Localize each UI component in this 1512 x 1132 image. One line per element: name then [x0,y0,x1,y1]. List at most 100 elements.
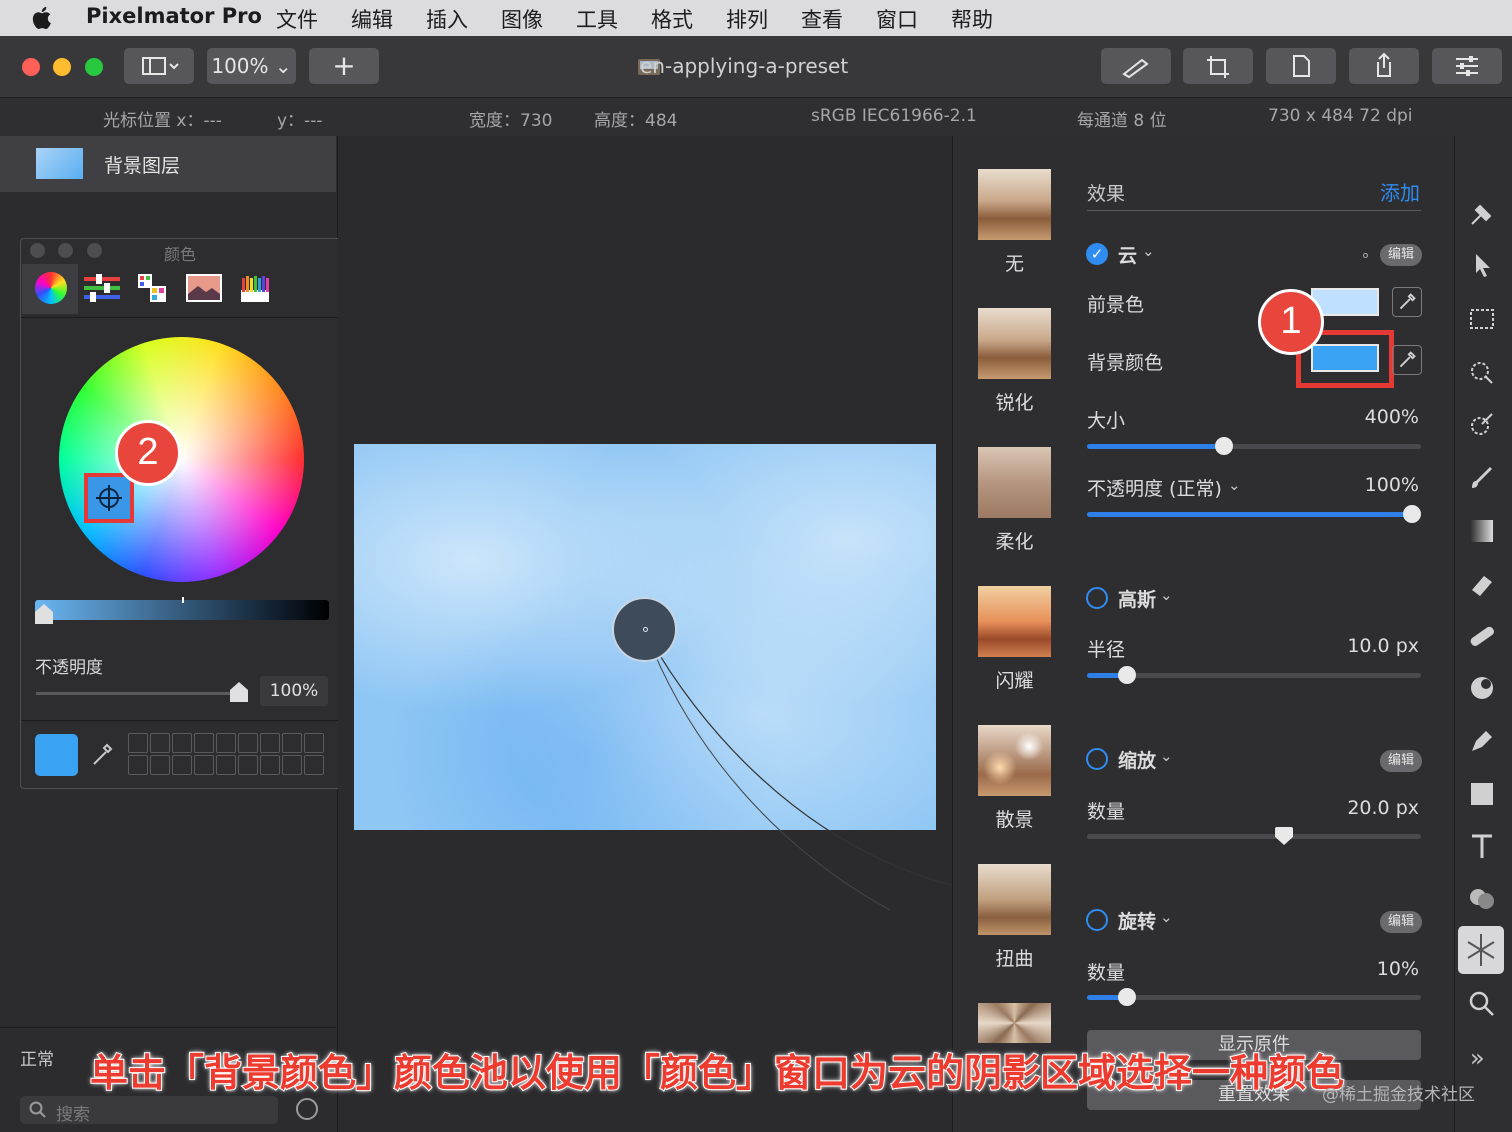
cloud-enabled-checkbox[interactable]: ✓ [1086,243,1108,265]
slider-thumb[interactable] [1214,437,1233,455]
current-color-swatch[interactable] [35,734,78,776]
pen-tool-icon[interactable] [1466,725,1498,757]
empty-swatch[interactable] [172,733,192,753]
gaussian-enabled-checkbox[interactable] [1086,587,1108,609]
preset-thumbnail-glow[interactable] [978,586,1051,657]
preset-thumbnail-kaleidoscope[interactable] [978,1003,1051,1043]
color-adjust-tool-icon[interactable] [1466,408,1498,440]
arrange-tool-icon[interactable] [1466,250,1498,282]
more-tools-icon[interactable]: » [1470,1044,1485,1072]
effects-tool-button-selected[interactable] [1458,926,1504,974]
share-button[interactable] [1349,48,1419,84]
menu-tools[interactable]: 工具 [576,4,618,34]
crop-button[interactable] [1183,48,1253,84]
chevron-down-icon[interactable]: ⌄ [1228,476,1241,494]
chevron-down-icon[interactable]: ⌄ [1142,242,1155,260]
color-sliders-tab-icon[interactable] [84,272,120,304]
zoom-tool-icon[interactable] [1466,988,1498,1020]
eyedropper-icon[interactable] [90,740,116,768]
paint-brush-icon[interactable] [1466,462,1498,494]
brightness-slider[interactable] [35,600,329,620]
empty-swatch[interactable] [282,733,302,753]
color-window-minimize[interactable] [58,243,73,258]
spin-amount-slider[interactable] [1087,988,1421,1006]
color-balance-tool-icon[interactable] [1466,883,1498,915]
distort-tool-icon[interactable] [1466,672,1498,704]
eraser-tool-icon[interactable] [1466,568,1498,600]
selection-tool-icon[interactable] [1466,303,1498,335]
chevron-down-icon[interactable]: ⌄ [1160,586,1173,604]
menu-insert[interactable]: 插入 [426,4,468,34]
repair-tool-icon[interactable] [1466,620,1498,652]
opacity-value-field[interactable]: 100% [260,676,328,706]
radius-slider[interactable] [1087,666,1421,684]
preset-thumbnail-sharpen[interactable] [978,308,1051,379]
empty-swatch[interactable] [150,733,170,753]
apple-icon[interactable] [30,5,56,31]
add-button[interactable]: + [309,48,379,84]
spin-effect-name[interactable]: 旋转 [1118,907,1156,934]
type-tool-icon[interactable] [1466,830,1498,862]
zoom-edit-button[interactable]: 编辑 [1380,750,1422,772]
style-tool-icon[interactable] [1466,198,1498,230]
gaussian-effect-name[interactable]: 高斯 [1118,585,1156,612]
menu-image[interactable]: 图像 [501,4,543,34]
empty-swatch[interactable] [282,755,302,775]
color-wheel-tab-icon[interactable] [35,272,67,304]
sidebar-toggle-button[interactable] [124,48,194,84]
cloud-edit-button[interactable]: 编辑 [1380,244,1422,266]
chevron-down-icon[interactable]: ⌄ [1160,908,1173,926]
color-palettes-tab-icon[interactable] [136,272,168,304]
add-effect-link[interactable]: 添加 [1380,177,1420,206]
background-color-well[interactable] [1311,344,1379,372]
cloud-effect-name[interactable]: 云 [1118,241,1137,268]
zoom-window-button[interactable] [85,58,103,76]
menu-file[interactable]: 文件 [276,4,318,34]
empty-swatch[interactable] [238,733,258,753]
color-window-close[interactable] [30,243,45,258]
spin-edit-button[interactable]: 编辑 [1380,911,1422,933]
empty-swatch[interactable] [128,733,148,753]
cloud-opacity-slider[interactable] [1087,505,1421,523]
menu-format[interactable]: 格式 [651,4,693,34]
spin-enabled-checkbox[interactable] [1086,909,1108,931]
preset-thumbnail-soften[interactable] [978,447,1051,518]
color-window-zoom[interactable] [87,243,102,258]
gradient-tool-icon[interactable] [1466,515,1498,547]
app-name-menu[interactable]: Pixelmator Pro [86,4,262,28]
zoom-amount-slider[interactable] [1087,827,1421,845]
slider-thumb[interactable] [1403,505,1421,523]
eyedropper-icon[interactable] [1392,287,1422,317]
export-file-button[interactable] [1266,48,1336,84]
empty-swatch[interactable] [216,755,236,775]
eyedropper-icon[interactable] [1392,345,1422,375]
menu-help[interactable]: 帮助 [951,4,993,34]
cloud-direction-handle[interactable] [612,597,677,662]
image-palette-tab-icon[interactable] [186,272,222,304]
preset-thumbnail-bokeh[interactable] [978,725,1051,796]
crayons-tab-icon[interactable] [239,272,271,304]
menu-view[interactable]: 查看 [801,4,843,34]
empty-swatch[interactable] [128,755,148,775]
close-window-button[interactable] [22,58,40,76]
size-slider[interactable] [1087,437,1421,455]
preset-thumbnail-none[interactable] [978,169,1051,240]
filter-icon[interactable] [296,1098,318,1120]
chevron-down-icon[interactable]: ⌄ [1160,747,1173,765]
empty-swatch[interactable] [304,733,324,753]
magic-selection-icon[interactable] [1466,355,1498,387]
slider-thumb[interactable] [1118,666,1137,684]
empty-swatch[interactable] [172,755,192,775]
empty-swatch[interactable] [260,733,280,753]
empty-swatch[interactable] [150,755,170,775]
empty-swatch[interactable] [238,755,258,775]
zoom-effect-name[interactable]: 缩放 [1118,746,1156,773]
minimize-window-button[interactable] [53,58,71,76]
adjustments-button[interactable] [1432,48,1502,84]
zoom-enabled-checkbox[interactable] [1086,748,1108,770]
slider-thumb[interactable] [1118,988,1137,1006]
color-wheel[interactable] [59,337,304,582]
opacity-slider[interactable] [36,692,236,695]
opacity-normal-label[interactable]: 不透明度 (正常) [1087,474,1222,501]
menu-edit[interactable]: 编辑 [351,4,393,34]
